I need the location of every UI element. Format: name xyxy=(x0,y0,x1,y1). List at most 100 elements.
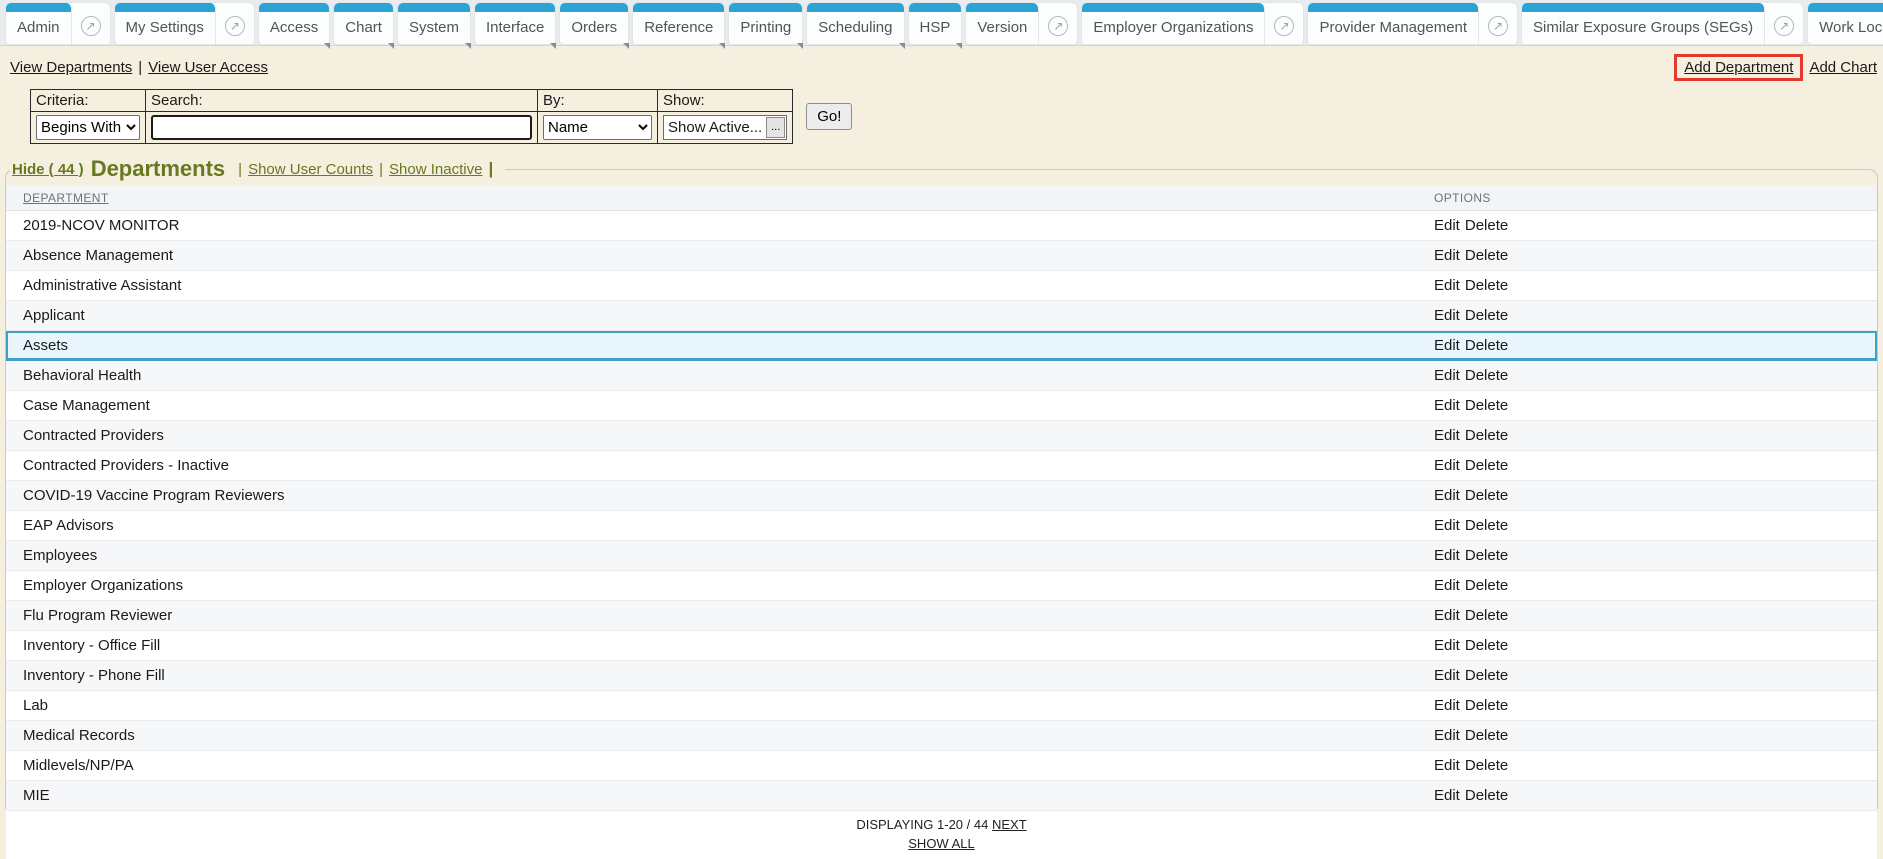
edit-link[interactable]: Edit xyxy=(1434,607,1460,624)
table-row[interactable]: Case Management Edit Delete xyxy=(6,391,1877,421)
table-row[interactable]: Administrative Assistant Edit Delete xyxy=(6,271,1877,301)
table-row[interactable]: Employees Edit Delete xyxy=(6,541,1877,571)
nav-tab-label[interactable]: Printing xyxy=(729,3,803,44)
add-chart-link[interactable]: Add Chart xyxy=(1809,59,1877,76)
delete-link[interactable]: Delete xyxy=(1465,247,1508,264)
delete-link[interactable]: Delete xyxy=(1465,547,1508,564)
add-department-link[interactable]: Add Department xyxy=(1684,59,1793,76)
table-row[interactable]: Applicant Edit Delete xyxy=(6,301,1877,331)
table-row[interactable]: Inventory - Office Fill Edit Delete xyxy=(6,631,1877,661)
edit-link[interactable]: Edit xyxy=(1434,217,1460,234)
edit-link[interactable]: Edit xyxy=(1434,757,1460,774)
nav-tab-label[interactable]: Scheduling xyxy=(807,3,904,44)
show-filter-more-button[interactable]: ... xyxy=(766,117,786,138)
nav-tab-label[interactable]: System xyxy=(397,3,470,44)
delete-link[interactable]: Delete xyxy=(1465,457,1508,474)
popout-icon[interactable]: ↗ xyxy=(1764,7,1803,44)
table-row[interactable]: Inventory - Phone Fill Edit Delete xyxy=(6,661,1877,691)
edit-link[interactable]: Edit xyxy=(1434,637,1460,654)
table-row[interactable]: Assets Edit Delete xyxy=(6,331,1877,361)
table-row[interactable]: Flu Program Reviewer Edit Delete xyxy=(6,601,1877,631)
nav-tab-label[interactable]: Chart xyxy=(334,3,393,44)
by-select[interactable]: Name xyxy=(543,115,652,140)
edit-link[interactable]: Edit xyxy=(1434,517,1460,534)
nav-tab-label[interactable]: HSP xyxy=(908,3,962,44)
delete-link[interactable]: Delete xyxy=(1465,307,1508,324)
edit-link[interactable]: Edit xyxy=(1434,337,1460,354)
delete-link[interactable]: Delete xyxy=(1465,367,1508,384)
nav-tab[interactable]: Interface ↗ xyxy=(474,3,557,49)
table-row[interactable]: Absence Management Edit Delete xyxy=(6,241,1877,271)
table-row[interactable]: 2019-NCOV MONITOR Edit Delete xyxy=(6,211,1877,241)
nav-tab[interactable]: Provider Management ↗ xyxy=(1308,3,1518,44)
nav-tab[interactable]: Employer Organizations ↗ xyxy=(1082,3,1304,44)
nav-tab[interactable]: HSP ↗ xyxy=(908,3,963,49)
nav-tab[interactable]: Chart ↗ xyxy=(334,3,394,49)
view-user-access-link[interactable]: View User Access xyxy=(148,59,268,76)
nav-tab[interactable]: Admin ↗ xyxy=(6,3,110,44)
delete-link[interactable]: Delete xyxy=(1465,277,1508,294)
nav-tab-label[interactable]: Work Locations xyxy=(1808,3,1883,44)
popout-icon[interactable]: ↗ xyxy=(70,7,110,44)
nav-tab[interactable]: Similar Exposure Groups (SEGs) ↗ xyxy=(1522,3,1804,44)
show-filter-box[interactable]: Show Active... ... xyxy=(663,115,788,140)
delete-link[interactable]: Delete xyxy=(1465,757,1508,774)
edit-link[interactable]: Edit xyxy=(1434,487,1460,504)
view-departments-link[interactable]: View Departments xyxy=(10,59,132,76)
table-row[interactable]: EAP Advisors Edit Delete xyxy=(6,511,1877,541)
nav-tab[interactable]: Access ↗ xyxy=(258,3,331,49)
delete-link[interactable]: Delete xyxy=(1465,217,1508,234)
nav-tab-label[interactable]: Version xyxy=(966,3,1039,44)
edit-link[interactable]: Edit xyxy=(1434,457,1460,474)
nav-tab[interactable]: Printing ↗ xyxy=(729,3,804,49)
nav-tab[interactable]: Scheduling ↗ xyxy=(807,3,905,49)
edit-link[interactable]: Edit xyxy=(1434,367,1460,384)
nav-tab[interactable]: Reference ↗ xyxy=(633,3,726,49)
table-row[interactable]: Contracted Providers Edit Delete xyxy=(6,421,1877,451)
nav-tab-label[interactable]: Employer Organizations xyxy=(1082,3,1265,44)
nav-tab[interactable]: System ↗ xyxy=(397,3,471,49)
nav-tab-label[interactable]: Reference xyxy=(633,3,725,44)
table-row[interactable]: COVID-19 Vaccine Program Reviewers Edit … xyxy=(6,481,1877,511)
delete-link[interactable]: Delete xyxy=(1465,397,1508,414)
edit-link[interactable]: Edit xyxy=(1434,547,1460,564)
delete-link[interactable]: Delete xyxy=(1465,787,1508,804)
delete-link[interactable]: Delete xyxy=(1465,697,1508,714)
table-row[interactable]: MIE Edit Delete xyxy=(6,781,1877,811)
nav-tab[interactable]: Work Locations ↗ xyxy=(1808,3,1883,44)
popout-icon[interactable]: ↗ xyxy=(1264,7,1303,44)
nav-tab-label[interactable]: Admin xyxy=(6,3,71,44)
delete-link[interactable]: Delete xyxy=(1465,577,1508,594)
hide-count-link[interactable]: Hide ( 44 ) xyxy=(12,161,84,178)
edit-link[interactable]: Edit xyxy=(1434,427,1460,444)
nav-tab-label[interactable]: Similar Exposure Groups (SEGs) xyxy=(1522,3,1765,44)
delete-link[interactable]: Delete xyxy=(1465,487,1508,504)
next-page-link[interactable]: NEXT xyxy=(992,817,1027,832)
nav-tab[interactable]: Orders ↗ xyxy=(560,3,630,49)
nav-tab-label[interactable]: Access xyxy=(258,3,330,44)
edit-link[interactable]: Edit xyxy=(1434,697,1460,714)
show-inactive-link[interactable]: Show Inactive xyxy=(389,161,482,178)
popout-icon[interactable]: ↗ xyxy=(1038,7,1077,44)
nav-tab-label[interactable]: Orders xyxy=(560,3,629,44)
show-all-link[interactable]: SHOW ALL xyxy=(908,836,974,851)
table-row[interactable]: Employer Organizations Edit Delete xyxy=(6,571,1877,601)
nav-tab-label[interactable]: Provider Management xyxy=(1308,3,1478,44)
edit-link[interactable]: Edit xyxy=(1434,787,1460,804)
criteria-select[interactable]: Begins With xyxy=(36,115,140,140)
delete-link[interactable]: Delete xyxy=(1465,517,1508,534)
table-row[interactable]: Lab Edit Delete xyxy=(6,691,1877,721)
table-row[interactable]: Medical Records Edit Delete xyxy=(6,721,1877,751)
nav-tab[interactable]: Version ↗ xyxy=(966,3,1078,44)
delete-link[interactable]: Delete xyxy=(1465,427,1508,444)
nav-tab[interactable]: My Settings ↗ xyxy=(114,3,254,44)
table-row[interactable]: Midlevels/NP/PA Edit Delete xyxy=(6,751,1877,781)
edit-link[interactable]: Edit xyxy=(1434,577,1460,594)
table-row[interactable]: Contracted Providers - Inactive Edit Del… xyxy=(6,451,1877,481)
delete-link[interactable]: Delete xyxy=(1465,637,1508,654)
delete-link[interactable]: Delete xyxy=(1465,337,1508,354)
nav-tab-label[interactable]: Interface xyxy=(474,3,556,44)
show-user-counts-link[interactable]: Show User Counts xyxy=(248,161,373,178)
table-row[interactable]: Behavioral Health Edit Delete xyxy=(6,361,1877,391)
nav-tab-label[interactable]: My Settings xyxy=(114,3,216,44)
